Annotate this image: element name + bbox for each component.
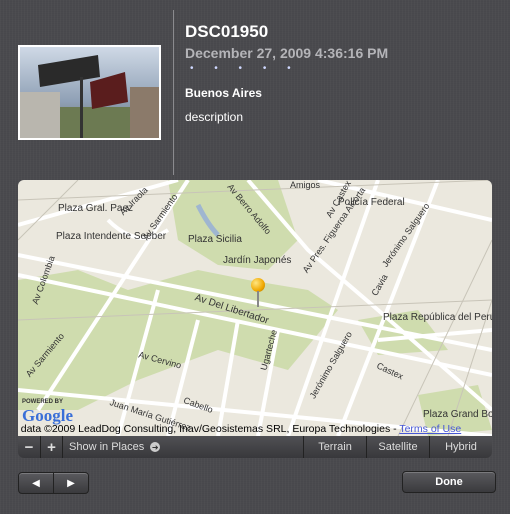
location-pin-icon[interactable] [251,278,265,292]
previous-button[interactable]: ◀ [18,472,54,494]
map-label: Plaza República del Perú [383,312,492,323]
divider [173,10,174,175]
zoom-out-button[interactable]: − [18,436,41,458]
map-label: Plaza Intendente Seeber [56,231,167,242]
photo-thumbnail[interactable] [18,45,161,140]
map-label: Amigos [290,180,321,190]
arrow-circle-icon: ➜ [150,442,161,452]
show-in-places-button[interactable]: Show in Places ➜ [63,436,304,458]
next-button[interactable]: ▶ [53,472,89,494]
photo-date: December 27, 2009 4:36:16 PM [185,45,389,61]
photo-description[interactable]: description [185,110,243,124]
terrain-button[interactable]: Terrain [304,436,367,458]
done-button[interactable]: Done [402,471,496,493]
photo-title[interactable]: DSC01950 [185,22,268,42]
map-control-bar: − + Show in Places ➜ Terrain Satellite Hy… [18,436,492,458]
terms-of-use-link[interactable]: Terms of Use [399,423,461,435]
hybrid-button[interactable]: Hybrid [430,436,492,458]
attribution-text: p data ©2009 LeadDog Consulting, Inav/Ge… [18,423,400,435]
map-label: Plaza Sicilia [188,234,242,245]
map-label: Jardín Japonés [223,255,292,266]
pin-stem [257,291,259,307]
map-label: Plaza Gral. Paez [58,203,134,214]
map-attribution: p data ©2009 LeadDog Consulting, Inav/Ge… [18,423,461,435]
zoom-in-button[interactable]: + [41,436,63,458]
map-view[interactable]: Av Iraola Av Sarmiento Amigos Av Castex … [18,180,492,436]
photo-image [20,55,159,138]
satellite-button[interactable]: Satellite [367,436,430,458]
powered-by-label: POWERED BY [22,399,64,405]
show-in-places-label: Show in Places [69,441,145,453]
rating-dots[interactable]: • • • • • [190,63,300,74]
photo-place[interactable]: Buenos Aires [185,86,262,100]
map-label: Plaza Grand Bourg [423,409,492,420]
